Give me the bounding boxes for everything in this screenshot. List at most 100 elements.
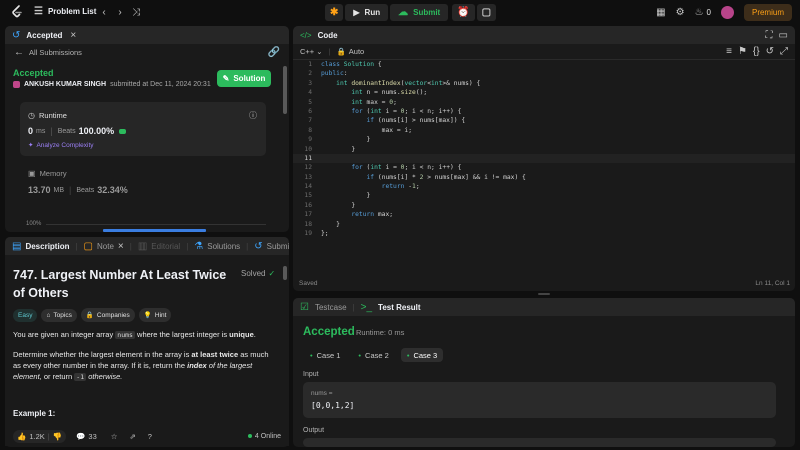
leetcode-logo[interactable] — [10, 5, 24, 19]
code-line[interactable]: 10 } — [293, 145, 795, 154]
line-text: class Solution { — [321, 61, 382, 68]
format-lines-icon[interactable]: ≡ — [726, 46, 732, 57]
text-span: where the largest integer is — [134, 330, 230, 339]
scrollbar[interactable] — [283, 266, 287, 280]
bookmark-icon[interactable]: ⚑ — [738, 46, 747, 57]
topics-chip[interactable]: ⌂ Topics — [41, 308, 77, 322]
code-line[interactable]: 11 — [293, 153, 795, 164]
case-1-tab[interactable]: • Case 1 — [304, 348, 346, 362]
text-span: You are given an integer array — [13, 330, 116, 339]
case-2-tab[interactable]: • Case 2 — [352, 348, 394, 362]
share-icon[interactable]: ⇗ — [130, 432, 136, 441]
input-label: Input — [303, 371, 319, 378]
premium-button[interactable]: Premium — [743, 4, 792, 21]
runtime-card: ◷ Runtime ⓘ 0 ms | Beats 100.00% ✦ Analy… — [20, 102, 266, 156]
comments-button[interactable]: 💬 33 — [76, 432, 97, 441]
lock-icon: 🔒 — [85, 312, 94, 319]
tab-test-result[interactable]: Test Result — [378, 303, 421, 312]
code-line[interactable]: 1 class Solution { — [293, 60, 795, 69]
code-line[interactable]: 6 for (int i = 0; i < n; i++) { — [293, 107, 795, 116]
code-line[interactable]: 19}; — [293, 229, 795, 238]
streak-count: 0 — [706, 8, 711, 17]
star-icon[interactable]: ☆ — [111, 432, 118, 441]
code-line[interactable]: 9 } — [293, 135, 795, 144]
companies-label: Companies — [96, 311, 130, 319]
code-line[interactable]: 15 } — [293, 191, 795, 200]
scrollbar[interactable] — [283, 66, 287, 114]
code-line[interactable]: 16 } — [293, 201, 795, 210]
tab-description[interactable]: Description — [25, 242, 69, 251]
code-line[interactable]: 13 if (nums[i] * 2 > nums[max] && i != m… — [293, 173, 795, 182]
timer-button[interactable]: ⏰ — [452, 4, 475, 21]
code-line[interactable]: 5 int max = 0; — [293, 98, 795, 107]
tab-editorial[interactable]: Editorial — [151, 242, 180, 251]
braces-icon[interactable]: {} — [753, 46, 760, 57]
line-text: max = i; — [381, 126, 413, 134]
notes-button[interactable]: ▢ — [476, 4, 497, 21]
problem-list-link[interactable]: ☰ Problem List — [34, 6, 96, 17]
hint-chip[interactable]: 💡 Hint — [138, 308, 172, 322]
code-line[interactable]: 18 } — [293, 220, 795, 229]
tab-accepted[interactable]: Accepted — [26, 31, 62, 40]
tab-solutions[interactable]: Solutions — [207, 242, 240, 251]
companies-chip[interactable]: 🔒 Companies — [80, 308, 135, 322]
user-avatar[interactable] — [720, 6, 734, 19]
streak-counter[interactable]: ♨ 0 — [695, 7, 711, 18]
code-line[interactable]: 2 public: — [293, 69, 795, 78]
memory-card[interactable]: ▣ Memory 13.70 MB | Beats 32.34% — [20, 165, 266, 205]
tab-note[interactable]: Note — [97, 242, 114, 251]
back-to-submissions[interactable]: ← All Submissions — [14, 47, 82, 58]
info-icon[interactable]: ⓘ — [249, 110, 257, 121]
help-icon[interactable]: ? — [148, 432, 152, 441]
runtime-unit: ms — [36, 127, 46, 135]
code-line[interactable]: 17 return max; — [293, 210, 795, 219]
lock-icon: 🔒 — [336, 47, 346, 56]
prev-problem-icon[interactable]: ‹ — [98, 6, 110, 18]
online-dot-icon — [247, 434, 252, 438]
problem-title[interactable]: 747. Largest Number At Least Twice of Ot… — [13, 266, 238, 302]
expand-icon[interactable]: ⤢ — [780, 46, 788, 57]
fire-icon: ♨ — [694, 7, 704, 18]
code-line[interactable]: 14 return -1; — [293, 182, 795, 191]
tab-submissions[interactable]: Submissions — [267, 242, 289, 251]
shuffle-icon[interactable]: ⤨ — [130, 6, 142, 18]
panel-minimize-icon[interactable]: ▭ — [779, 30, 788, 41]
code-editor[interactable]: 1 class Solution {2 public: 3 int dominantI… — [293, 60, 795, 260]
debug-button[interactable]: ✱ — [325, 4, 344, 21]
link-icon[interactable]: 🔗 — [268, 47, 280, 58]
run-button[interactable]: ▶ Run — [345, 4, 389, 21]
code-line[interactable]: 3 int dominantIndex(vector<int>& nums) { — [293, 79, 795, 88]
next-problem-icon[interactable]: › — [114, 6, 126, 18]
memory-chip-icon: ▣ — [28, 169, 36, 178]
solution-button[interactable]: ✎ Solution — [217, 70, 271, 87]
run-label: Run — [364, 8, 381, 17]
code-line[interactable]: 4 int n = nums.size(); — [293, 88, 795, 97]
submit-button[interactable]: ☁ Submit — [390, 4, 449, 21]
resize-handle[interactable] — [538, 293, 550, 295]
tab-testcase[interactable]: Testcase — [315, 303, 347, 312]
code-line[interactable]: 12 for (int i = 0; i < n; i++) { — [293, 163, 795, 172]
input-box: nums = [0,0,1,2] — [303, 382, 776, 418]
analyze-complexity-link[interactable]: ✦ Analyze Complexity — [28, 141, 94, 150]
param-value: [0,0,1,2] — [311, 401, 355, 410]
maximize-icon[interactable]: ⛶ — [766, 30, 773, 41]
note-icon: ▢ — [83, 240, 93, 252]
line-number: 4 — [308, 89, 312, 97]
author-name[interactable]: ANKUSH KUMAR SINGH — [24, 81, 106, 88]
settings-gear-icon[interactable]: ⚙ — [676, 7, 685, 18]
code-line[interactable]: 8 max = i; — [293, 126, 795, 135]
language-select[interactable]: C++ ⌄ — [300, 47, 322, 56]
close-tab-icon[interactable]: × — [70, 30, 76, 41]
line-number: 2 — [308, 70, 312, 78]
italic-text: otherwise. — [86, 372, 123, 381]
close-tab-icon[interactable]: × — [118, 241, 124, 252]
solved-status: Solved ✓ — [241, 269, 275, 278]
reset-icon[interactable]: ↺ — [766, 46, 774, 57]
code-line[interactable]: 7 if (nums[i] > nums[max]) { — [293, 116, 795, 125]
editor-toolbar: C++ ⌄ | 🔒 Auto ≡ ⚑ {} ↺ ⤢ — [293, 44, 795, 60]
thumbs-down-icon[interactable]: 👎 — [53, 432, 62, 441]
autocomplete-toggle[interactable]: 🔒 Auto — [336, 47, 364, 56]
case-3-tab[interactable]: • Case 3 — [400, 348, 444, 362]
like-button[interactable]: 👍 1.2K | 👎 — [13, 429, 67, 443]
layout-grid-icon[interactable]: ▦ — [656, 7, 665, 18]
